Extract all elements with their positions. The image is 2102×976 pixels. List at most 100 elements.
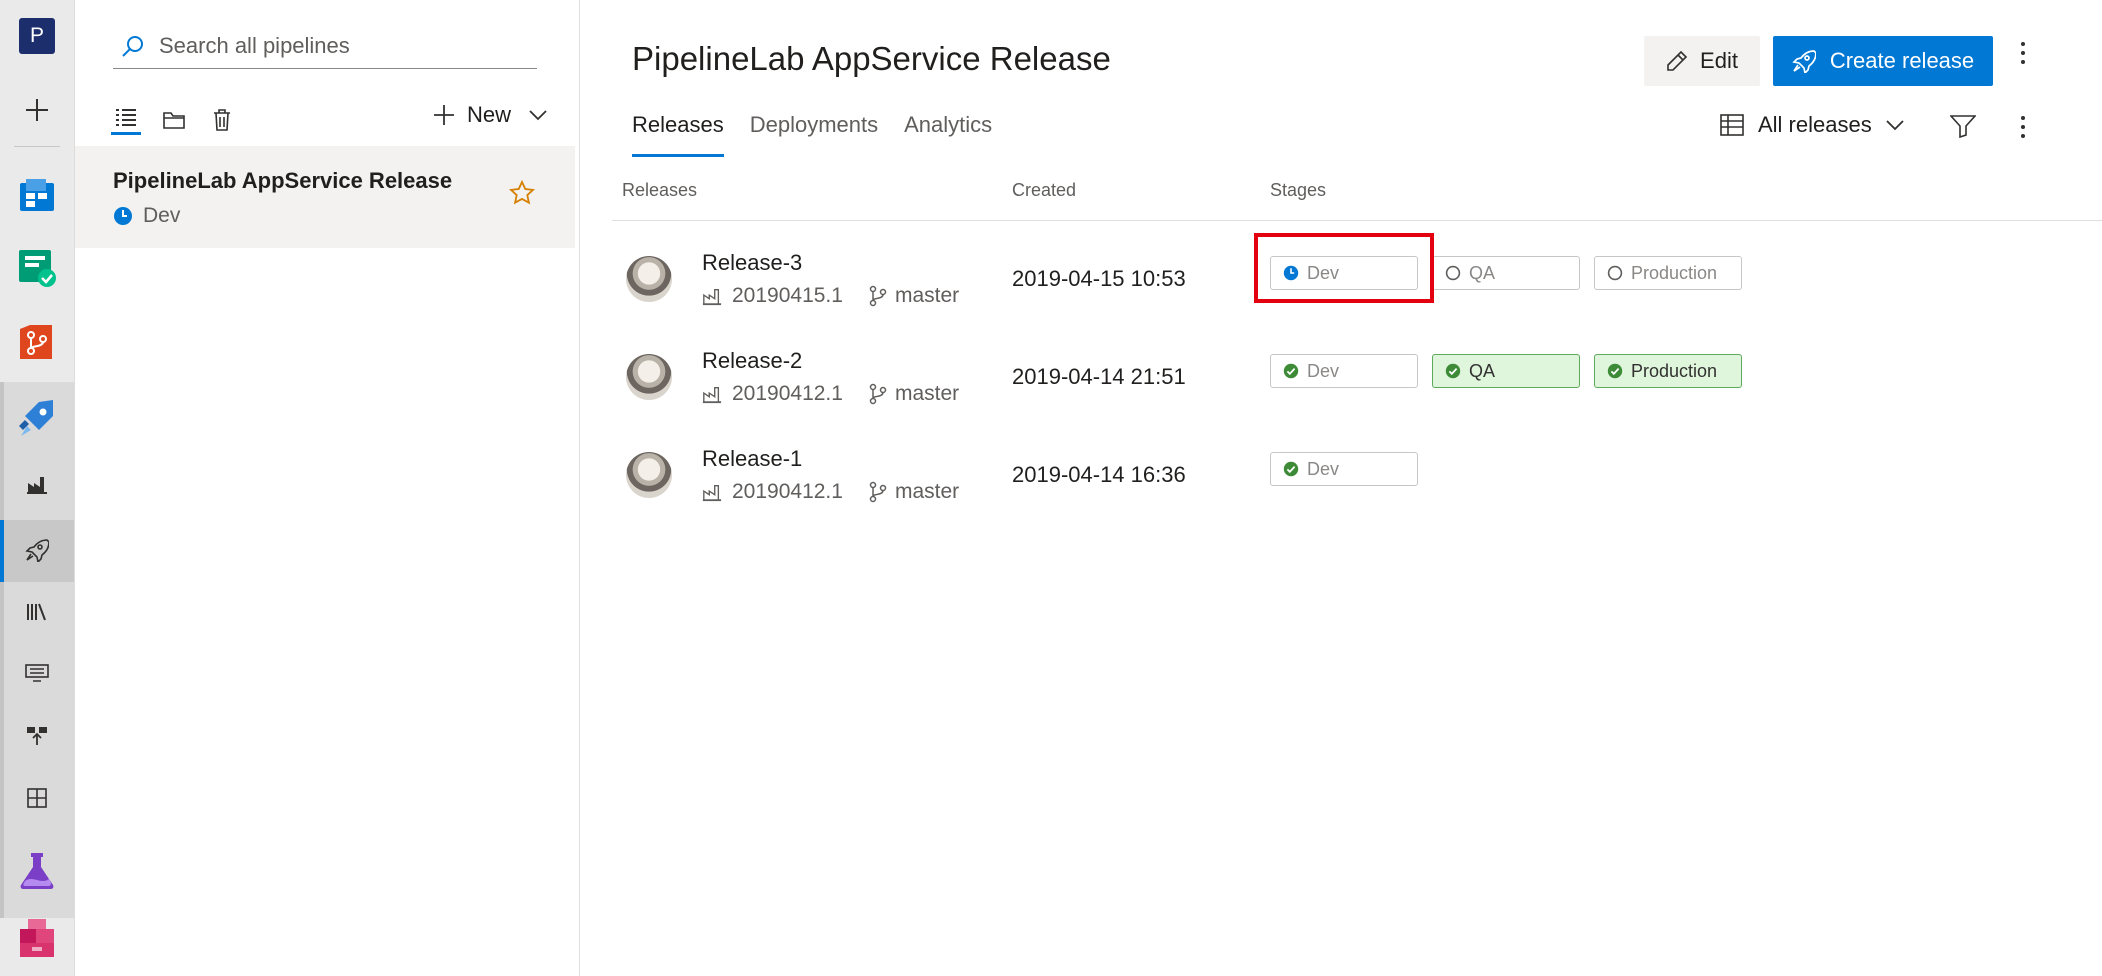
panel-toolbar bbox=[111, 104, 237, 135]
release-meta: 20190415.1 master bbox=[702, 284, 959, 308]
branch-name: master bbox=[894, 284, 960, 307]
view-selector[interactable]: All releases bbox=[1720, 112, 1904, 138]
branch-name: master bbox=[894, 480, 960, 503]
build-number: 20190412.1 bbox=[732, 382, 843, 405]
release-main: PipelineLab AppService Release Edit Crea… bbox=[580, 0, 2102, 976]
packages-icon[interactable] bbox=[0, 910, 74, 966]
new-label: New bbox=[467, 102, 512, 127]
folder-view-icon[interactable] bbox=[159, 105, 189, 135]
builds-icon[interactable] bbox=[0, 456, 74, 512]
table-icon bbox=[1720, 114, 1744, 136]
search-input[interactable] bbox=[151, 33, 519, 59]
new-pipeline-button[interactable]: New bbox=[433, 102, 547, 128]
not-started-icon bbox=[1445, 265, 1461, 281]
build-number: 20190415.1 bbox=[732, 284, 843, 307]
branch: master bbox=[869, 480, 959, 504]
search-icon bbox=[115, 34, 151, 58]
more-options-icon[interactable] bbox=[2018, 114, 2028, 145]
stage-label: QA bbox=[1469, 262, 1496, 283]
pencil-icon bbox=[1667, 50, 1688, 71]
tab-releases[interactable]: Releases bbox=[632, 112, 724, 157]
artifacts-icon[interactable] bbox=[0, 842, 74, 898]
created-date: 2019-04-15 10:53 bbox=[1012, 266, 1186, 291]
highlight-box bbox=[1254, 233, 1434, 303]
create-release-label: Create release bbox=[1829, 48, 1975, 73]
create-release-button[interactable]: Create release bbox=[1773, 36, 1993, 86]
column-header-releases: Releases bbox=[622, 180, 698, 200]
add-icon[interactable] bbox=[0, 82, 74, 138]
stage-production[interactable]: Production bbox=[1594, 354, 1742, 388]
column-header-created: Created bbox=[1012, 180, 1077, 200]
branch: master bbox=[869, 382, 959, 406]
plus-icon bbox=[434, 105, 454, 125]
tab-deployments[interactable]: Deployments bbox=[750, 112, 878, 157]
pipeline-name: PipelineLab AppService Release bbox=[113, 168, 453, 193]
build-icon bbox=[702, 288, 722, 306]
pipeline-status-label: Dev bbox=[143, 204, 181, 227]
release-row[interactable]: Release-2 20190412.1 master 2019-04-14 2… bbox=[580, 334, 2102, 432]
page-title: PipelineLab AppService Release bbox=[632, 40, 1111, 77]
deployment-groups-icon[interactable] bbox=[0, 708, 74, 764]
stage-qa[interactable]: QA bbox=[1432, 256, 1580, 290]
view-selector-label: All releases bbox=[1758, 112, 1872, 137]
succeeded-icon bbox=[1283, 461, 1299, 477]
release-name[interactable]: Release-3 bbox=[702, 250, 802, 276]
release-tabs: Releases Deployments Analytics bbox=[632, 112, 992, 157]
more-actions-icon[interactable] bbox=[2018, 40, 2028, 71]
pipelines-panel: New PipelineLab AppService Release Dev bbox=[75, 0, 580, 976]
release-row[interactable]: Release-1 20190412.1 master 2019-04-14 1… bbox=[580, 432, 2102, 530]
delete-icon[interactable] bbox=[207, 105, 237, 135]
test-plans-icon[interactable] bbox=[0, 240, 74, 296]
org-icon: P bbox=[19, 18, 55, 54]
edit-label: Edit bbox=[1700, 48, 1738, 73]
created-date: 2019-04-14 16:36 bbox=[1012, 462, 1186, 487]
build-icon bbox=[702, 386, 722, 404]
release-meta: 20190412.1 master bbox=[702, 382, 959, 406]
succeeded-icon bbox=[1607, 363, 1623, 379]
stage-label: QA bbox=[1469, 360, 1496, 381]
succeeded-icon bbox=[1445, 363, 1461, 379]
pipelines-icon[interactable] bbox=[0, 390, 74, 446]
release-name[interactable]: Release-2 bbox=[702, 348, 802, 374]
in-progress-icon bbox=[114, 207, 132, 225]
created-date: 2019-04-14 21:51 bbox=[1012, 364, 1186, 389]
stage-label: Production bbox=[1631, 262, 1718, 283]
rail-divider bbox=[14, 146, 60, 147]
release-name[interactable]: Release-1 bbox=[702, 446, 802, 472]
branch-icon bbox=[869, 383, 887, 405]
tab-analytics[interactable]: Analytics bbox=[904, 112, 992, 157]
pipeline-list-item[interactable]: PipelineLab AppService Release Dev bbox=[75, 146, 575, 248]
rocket-icon bbox=[1792, 50, 1816, 73]
task-groups-icon[interactable] bbox=[0, 646, 74, 702]
environments-icon[interactable] bbox=[0, 770, 74, 826]
edit-button[interactable]: Edit bbox=[1644, 36, 1760, 86]
library-icon[interactable] bbox=[0, 584, 74, 640]
repos-icon[interactable] bbox=[0, 314, 74, 370]
avatar bbox=[626, 452, 672, 498]
nav-rail: P bbox=[0, 0, 75, 976]
chevron-down-icon bbox=[529, 110, 547, 121]
org-button[interactable]: P bbox=[0, 8, 74, 64]
stage-qa[interactable]: QA bbox=[1432, 354, 1580, 388]
boards-icon[interactable] bbox=[0, 166, 74, 222]
branch: master bbox=[869, 284, 959, 308]
pipeline-search[interactable] bbox=[113, 24, 537, 69]
branch-icon bbox=[869, 481, 887, 503]
not-started-icon bbox=[1607, 265, 1623, 281]
stage-label: Dev bbox=[1307, 458, 1340, 479]
stage-production[interactable]: Production bbox=[1594, 256, 1742, 290]
filter-icon[interactable] bbox=[1949, 114, 1977, 143]
branch-name: master bbox=[894, 382, 960, 405]
header-divider bbox=[612, 220, 2102, 221]
chevron-down-icon bbox=[1886, 120, 1904, 131]
release-meta: 20190412.1 master bbox=[702, 480, 959, 504]
avatar bbox=[626, 256, 672, 302]
favorite-star-icon[interactable] bbox=[508, 179, 536, 211]
stage-dev[interactable]: Dev bbox=[1270, 452, 1418, 486]
build-icon bbox=[702, 484, 722, 502]
stage-dev[interactable]: Dev bbox=[1270, 354, 1418, 388]
list-view-icon[interactable] bbox=[111, 104, 141, 135]
avatar bbox=[626, 354, 672, 400]
releases-icon[interactable] bbox=[0, 522, 74, 578]
column-header-stages: Stages bbox=[1270, 180, 1327, 200]
